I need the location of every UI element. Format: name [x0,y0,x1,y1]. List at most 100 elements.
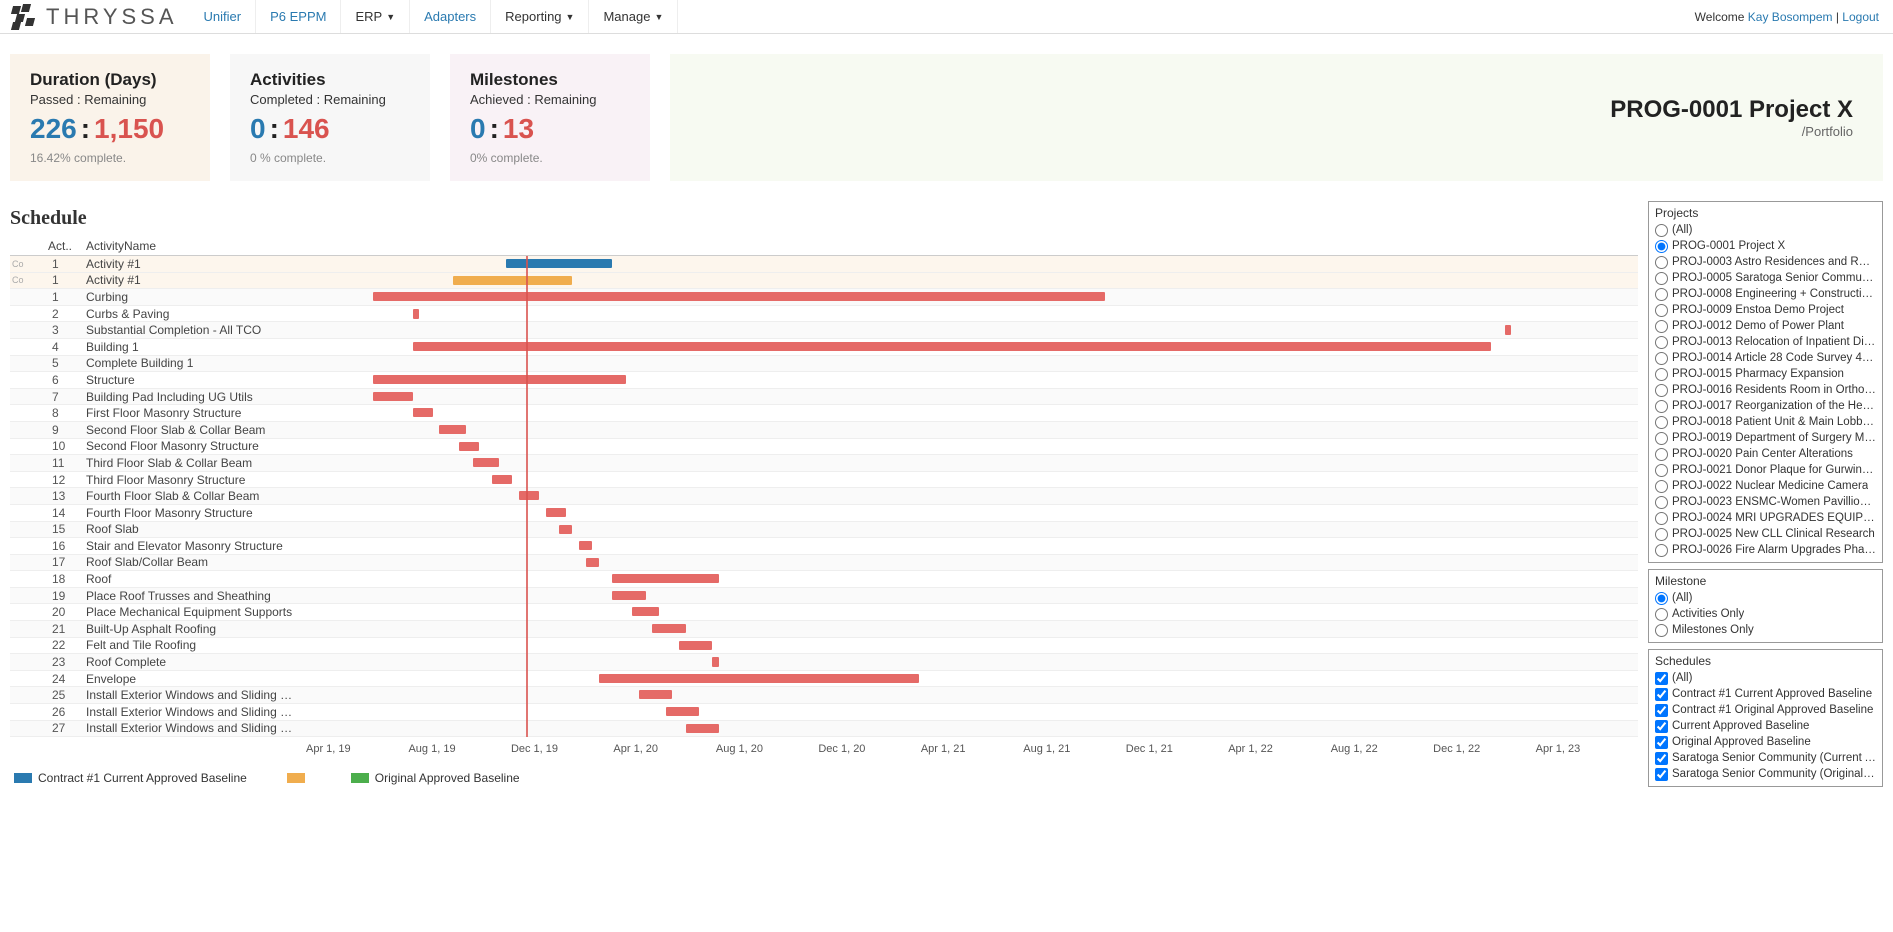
gantt-bar[interactable] [666,707,699,716]
filter-option[interactable]: Milestones Only [1655,622,1876,638]
gantt-bar[interactable] [459,442,479,451]
gantt-bar[interactable] [712,657,719,667]
gantt-chart[interactable]: Act.. ActivityName Co1Activity #1Co1Acti… [10,236,1638,761]
radio-input[interactable] [1655,480,1668,493]
gantt-row[interactable]: Co1Activity #1 [10,256,1638,273]
checkbox-input[interactable] [1655,672,1668,685]
gantt-row[interactable]: Co1Activity #1 [10,273,1638,290]
filter-option[interactable]: PROJ-0016 Residents Room in Orthopedic S… [1655,382,1876,398]
filter-option[interactable]: PROJ-0015 Pharmacy Expansion [1655,366,1876,382]
radio-input[interactable] [1655,272,1668,285]
gantt-bar[interactable] [519,491,539,500]
gantt-row[interactable]: 23Roof Complete [10,654,1638,671]
filter-option[interactable]: PROJ-0026 Fire Alarm Upgrades Phase I [1655,542,1876,558]
radio-input[interactable] [1655,544,1668,557]
filter-option[interactable]: PROJ-0022 Nuclear Medicine Camera [1655,478,1876,494]
gantt-row[interactable]: 1Curbing [10,289,1638,306]
gantt-row[interactable]: 26Install Exterior Windows and Sliding G… [10,704,1638,721]
filter-option[interactable]: PROJ-0019 Department of Surgery Modifica… [1655,430,1876,446]
filter-option[interactable]: PROJ-0017 Reorganization of the Hematolo… [1655,398,1876,414]
radio-input[interactable] [1655,592,1668,605]
radio-input[interactable] [1655,256,1668,269]
radio-input[interactable] [1655,512,1668,525]
gantt-bar[interactable] [373,375,626,384]
filter-option[interactable]: PROJ-0013 Relocation of Inpatient Dialys… [1655,334,1876,350]
filter-option[interactable]: PROJ-0003 Astro Residences and Retail [1655,254,1876,270]
gantt-row[interactable]: 22Felt and Tile Roofing [10,638,1638,655]
filter-option[interactable]: (All) [1655,670,1876,686]
gantt-row[interactable]: 8First Floor Masonry Structure [10,405,1638,422]
gantt-bar[interactable] [599,674,919,683]
gantt-bar[interactable] [492,475,512,484]
filter-option[interactable]: PROJ-0021 Donor Plaque for Gurwin Teachi… [1655,462,1876,478]
gantt-row[interactable]: 25Install Exterior Windows and Sliding G… [10,687,1638,704]
filter-option[interactable]: Saratoga Senior Community (Current Appro… [1655,750,1876,766]
gantt-row[interactable]: 15Roof Slab [10,522,1638,539]
gantt-row[interactable]: 10Second Floor Masonry Structure [10,439,1638,456]
gantt-row[interactable]: 9Second Floor Slab & Collar Beam [10,422,1638,439]
filter-option[interactable]: PROJ-0005 Saratoga Senior Community [1655,270,1876,286]
radio-input[interactable] [1655,320,1668,333]
filter-option[interactable]: Contract #1 Original Approved Baseline [1655,702,1876,718]
gantt-bar[interactable] [413,342,1492,351]
nav-adapters[interactable]: Adapters [410,0,491,33]
radio-input[interactable] [1655,352,1668,365]
gantt-bar[interactable] [413,309,420,319]
filter-option[interactable]: PROJ-0023 ENSMC-Women Pavillion-Bed Towe… [1655,494,1876,510]
gantt-bar[interactable] [1505,325,1512,335]
gantt-row[interactable]: 20Place Mechanical Equipment Supports [10,604,1638,621]
checkbox-input[interactable] [1655,752,1668,765]
radio-input[interactable] [1655,384,1668,397]
checkbox-input[interactable] [1655,688,1668,701]
gantt-row[interactable]: 5Complete Building 1 [10,356,1638,373]
radio-input[interactable] [1655,432,1668,445]
checkbox-input[interactable] [1655,720,1668,733]
gantt-row[interactable]: 12Third Floor Masonry Structure [10,472,1638,489]
gantt-bar[interactable] [579,541,592,550]
gantt-row[interactable]: 2Curbs & Paving [10,306,1638,323]
user-link[interactable]: Kay Bosompem [1748,10,1833,24]
gantt-row[interactable]: 7Building Pad Including UG Utils [10,389,1638,406]
logout-link[interactable]: Logout [1842,10,1879,24]
nav-unifier[interactable]: Unifier [190,0,257,33]
filter-option[interactable]: Saratoga Senior Community (Original Appr… [1655,766,1876,782]
filter-option[interactable]: PROJ-0008 Engineering + Construction-100… [1655,286,1876,302]
radio-input[interactable] [1655,336,1668,349]
checkbox-input[interactable] [1655,704,1668,717]
radio-input[interactable] [1655,400,1668,413]
radio-input[interactable] [1655,464,1668,477]
gantt-bar[interactable] [686,724,719,733]
gantt-bar[interactable] [506,259,613,268]
gantt-bar[interactable] [652,624,685,633]
gantt-bar[interactable] [639,690,672,699]
gantt-row[interactable]: 13Fourth Floor Slab & Collar Beam [10,488,1638,505]
filter-option[interactable]: Current Approved Baseline [1655,718,1876,734]
nav-p6-eppm[interactable]: P6 EPPM [256,0,341,33]
gantt-row[interactable]: 27Install Exterior Windows and Sliding G… [10,721,1638,738]
radio-input[interactable] [1655,496,1668,509]
gantt-row[interactable]: 14Fourth Floor Masonry Structure [10,505,1638,522]
gantt-bar[interactable] [373,292,1106,301]
gantt-bar[interactable] [612,591,645,600]
radio-input[interactable] [1655,528,1668,541]
gantt-bar[interactable] [612,574,719,583]
filter-option[interactable]: PROJ-0012 Demo of Power Plant [1655,318,1876,334]
gantt-bar[interactable] [413,408,433,417]
checkbox-input[interactable] [1655,768,1668,781]
nav-erp[interactable]: ERP▼ [341,0,410,33]
gantt-row[interactable]: 17Roof Slab/Collar Beam [10,555,1638,572]
filter-option[interactable]: PROJ-0024 MRI UPGRADES EQUIPMENT ONLY [1655,510,1876,526]
nav-manage[interactable]: Manage▼ [589,0,678,33]
radio-input[interactable] [1655,624,1668,637]
filter-option[interactable]: Contract #1 Current Approved Baseline [1655,686,1876,702]
filter-option[interactable]: (All) [1655,590,1876,606]
filter-option[interactable]: Original Approved Baseline [1655,734,1876,750]
checkbox-input[interactable] [1655,736,1668,749]
gantt-bar[interactable] [632,607,659,616]
gantt-row[interactable]: 3Substantial Completion - All TCO [10,322,1638,339]
gantt-row[interactable]: 4Building 1 [10,339,1638,356]
filter-option[interactable]: Activities Only [1655,606,1876,622]
gantt-row[interactable]: 24Envelope [10,671,1638,688]
gantt-row[interactable]: 11Third Floor Slab & Collar Beam [10,455,1638,472]
filter-option[interactable]: (All) [1655,222,1876,238]
